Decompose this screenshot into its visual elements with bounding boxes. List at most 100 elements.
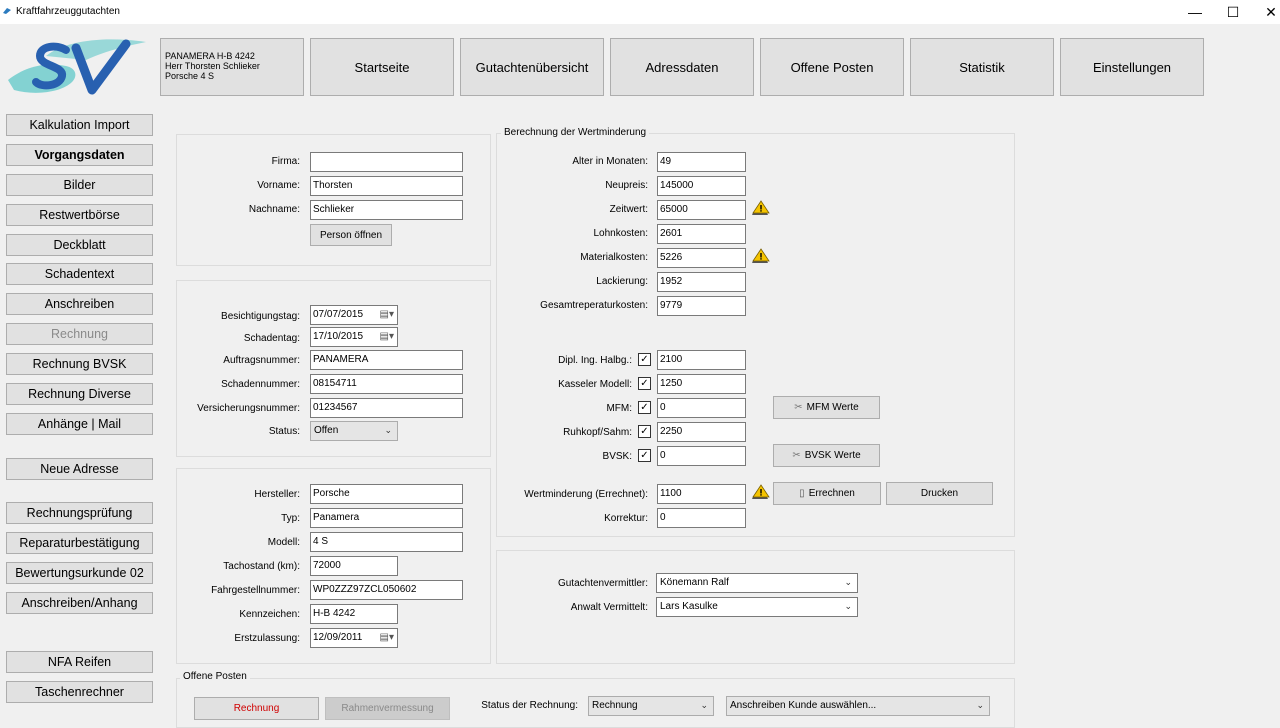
gutachtenvermittler-value: Könemann Ralf	[660, 577, 729, 588]
neupreis-field[interactable]: 145000	[657, 176, 746, 196]
wertminderung-errechnet-field[interactable]: 1100	[657, 484, 746, 504]
materialkosten-field[interactable]: 5226	[657, 248, 746, 268]
lohnkosten-field[interactable]: 2601	[657, 224, 746, 244]
errechnen-button[interactable]: ▯ Errechnen	[773, 482, 881, 505]
hersteller-field[interactable]: Porsche	[310, 484, 463, 504]
calendar-icon[interactable]: ▤▾	[380, 309, 394, 320]
offene-posten-rechnung-button[interactable]: Rechnung	[194, 697, 319, 720]
errechnen-label: Errechnen	[808, 488, 855, 499]
gutachtenvermittler-select[interactable]: Könemann Ralf ⌄	[656, 573, 858, 593]
anwalt-select[interactable]: Lars Kasulke ⌄	[656, 597, 858, 617]
halbg-field[interactable]: 2100	[657, 350, 746, 370]
close-button[interactable]: ✕	[1248, 0, 1280, 24]
sidebar-item-rechnungspruefung[interactable]: Rechnungsprüfung	[6, 502, 153, 524]
sidebar-item-nfa-reifen[interactable]: NFA Reifen	[6, 651, 153, 673]
vehicle-summary: PANAMERA H-B 4242 Herr Thorsten Schlieke…	[160, 38, 304, 96]
sidebar-item-anschreiben[interactable]: Anschreiben	[6, 293, 153, 315]
kasseler-field[interactable]: 1250	[657, 374, 746, 394]
lohnkosten-label: Lohnkosten:	[593, 228, 649, 239]
schadentag-label: Schadentag:	[243, 333, 300, 344]
sidebar-item-anhaenge-mail[interactable]: Anhänge | Mail	[6, 413, 153, 435]
vorname-field[interactable]: Thorsten	[310, 176, 463, 196]
nav-startseite-button[interactable]: Startseite	[310, 38, 454, 96]
warning-icon[interactable]	[750, 483, 770, 503]
app-icon	[3, 8, 11, 14]
fahrgestellnummer-label: Fahrgestellnummer:	[211, 585, 300, 596]
kennzeichen-field[interactable]: H-B 4242	[310, 604, 398, 624]
lackierung-field[interactable]: 1952	[657, 272, 746, 292]
nav-gutachtenuebersicht-button[interactable]: Gutachtenübersicht	[460, 38, 604, 96]
person-oeffnen-button[interactable]: Person öffnen	[310, 224, 392, 246]
gesamtreparaturkosten-label: Gesamtreperaturkosten:	[540, 300, 648, 311]
bvsk-werte-label: BVSK Werte	[804, 450, 861, 461]
mfm-checkbox[interactable]: ✓	[638, 401, 651, 414]
calendar-icon[interactable]: ▤▾	[380, 331, 394, 342]
sidebar-item-neue-adresse[interactable]: Neue Adresse	[6, 458, 153, 480]
mfm-field[interactable]: 0	[657, 398, 746, 418]
auftragsnummer-field[interactable]: PANAMERA	[310, 350, 463, 370]
sidebar-item-anschreiben-anhang[interactable]: Anschreiben/Anhang	[6, 592, 153, 614]
bvsk-werte-button[interactable]: ✂ BVSK Werte	[773, 444, 880, 467]
bvsk-field[interactable]: 0	[657, 446, 746, 466]
sidebar-item-vorgangsdaten[interactable]: Vorgangsdaten	[6, 144, 153, 166]
sidebar-item-bilder[interactable]: Bilder	[6, 174, 153, 196]
modell-field[interactable]: 4 S	[310, 532, 463, 552]
schadennummer-field[interactable]: 08154711	[310, 374, 463, 394]
anwalt-label: Anwalt Vermittelt:	[570, 602, 648, 613]
versicherungsnummer-field[interactable]: 01234567	[310, 398, 463, 418]
anwalt-value: Lars Kasulke	[660, 601, 718, 612]
status-select[interactable]: Offen ⌄	[310, 421, 398, 441]
rechnungsstatus-select[interactable]: Rechnung ⌄	[588, 696, 714, 716]
ruhkopf-field[interactable]: 2250	[657, 422, 746, 442]
besichtigungstag-value: 07/07/2015	[313, 309, 364, 320]
sidebar-item-deckblatt[interactable]: Deckblatt	[6, 234, 153, 256]
zeitwert-field[interactable]: 65000	[657, 200, 746, 220]
korrektur-label: Korrektur:	[604, 513, 648, 524]
rahmenvermessung-button[interactable]: Rahmenvermessung	[325, 697, 450, 720]
calendar-icon[interactable]: ▤▾	[380, 632, 394, 643]
sidebar-item-taschenrechner[interactable]: Taschenrechner	[6, 681, 153, 703]
vehicle-summary-line: PANAMERA H-B 4242	[165, 51, 255, 61]
anschreiben-kunde-select[interactable]: Anschreiben Kunde auswählen... ⌄	[726, 696, 990, 716]
sidebar-item-restwertboerse[interactable]: Restwertbörse	[6, 204, 153, 226]
warning-icon[interactable]	[750, 247, 770, 267]
sidebar-item-rechnung-diverse[interactable]: Rechnung Diverse	[6, 383, 153, 405]
erstzulassung-datepicker[interactable]: 12/09/2011 ▤▾	[310, 628, 398, 648]
schadentag-datepicker[interactable]: 17/10/2015 ▤▾	[310, 327, 398, 347]
sidebar-item-rechnung[interactable]: Rechnung	[6, 323, 153, 345]
drucken-button[interactable]: Drucken	[886, 482, 993, 505]
sidebar-item-bewertungsurkunde[interactable]: Bewertungsurkunde 02	[6, 562, 153, 584]
mfm-werte-button[interactable]: ✂ MFM Werte	[773, 396, 880, 419]
warning-icon[interactable]	[750, 199, 770, 219]
besichtigungstag-label: Besichtigungstag:	[221, 311, 300, 322]
gesamtreparaturkosten-field[interactable]: 9779	[657, 296, 746, 316]
neupreis-label: Neupreis:	[605, 180, 648, 191]
chevron-down-icon: ⌄	[384, 425, 392, 435]
besichtigungstag-datepicker[interactable]: 07/07/2015 ▤▾	[310, 305, 398, 325]
bvsk-checkbox[interactable]: ✓	[638, 449, 651, 462]
tachostand-field[interactable]: 72000	[310, 556, 398, 576]
nav-offene-posten-button[interactable]: Offene Posten	[760, 38, 904, 96]
nachname-field[interactable]: Schlieker	[310, 200, 463, 220]
alter-field[interactable]: 49	[657, 152, 746, 172]
mfm-werte-label: MFM Werte	[806, 402, 859, 413]
ruhkopf-checkbox[interactable]: ✓	[638, 425, 651, 438]
nav-statistik-button[interactable]: Statistik	[910, 38, 1054, 96]
halbg-checkbox[interactable]: ✓	[638, 353, 651, 366]
sidebar-item-schadentext[interactable]: Schadentext	[6, 263, 153, 285]
gutachtenvermittler-label: Gutachtenvermittler:	[557, 578, 648, 589]
wertminderung-panel	[496, 133, 1015, 537]
fahrgestellnummer-field[interactable]: WP0ZZZ97ZCL050602	[310, 580, 463, 600]
kasseler-checkbox[interactable]: ✓	[638, 377, 651, 390]
tools-icon: ✂	[794, 402, 803, 413]
korrektur-field[interactable]: 0	[657, 508, 746, 528]
typ-field[interactable]: Panamera	[310, 508, 463, 528]
sidebar-item-kalkulation-import[interactable]: Kalkulation Import	[6, 114, 153, 136]
nav-adressdaten-button[interactable]: Adressdaten	[610, 38, 754, 96]
sidebar-item-rechnung-bvsk[interactable]: Rechnung BVSK	[6, 353, 153, 375]
anschreiben-kunde-value: Anschreiben Kunde auswählen...	[730, 700, 877, 711]
calculator-icon: ▯	[799, 488, 805, 499]
sidebar-item-reparaturbestaetigung[interactable]: Reparaturbestätigung	[6, 532, 153, 554]
firma-field[interactable]	[310, 152, 463, 172]
nav-einstellungen-button[interactable]: Einstellungen	[1060, 38, 1204, 96]
